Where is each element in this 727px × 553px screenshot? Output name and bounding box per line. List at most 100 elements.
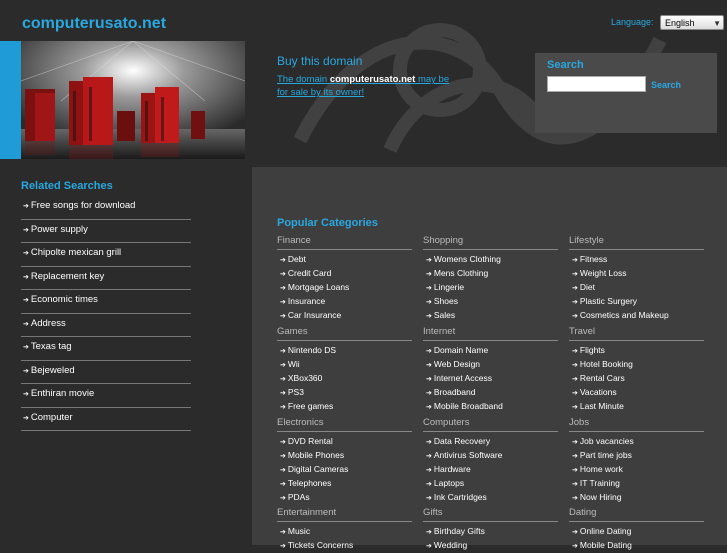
category-link[interactable]: ➔ Broadband xyxy=(426,386,558,400)
category-link[interactable]: ➔ Job vacancies xyxy=(572,435,704,449)
category-link[interactable]: ➔ Mobile Broadband xyxy=(426,400,558,414)
category-link[interactable]: ➔ Mens Clothing xyxy=(426,267,558,281)
category-games: Games ➔ Nintendo DS ➔ Wii ➔ XBox360 ➔ PS3 ➔ Free g… xyxy=(277,326,412,414)
category-link[interactable]: ➔ Digital Cameras xyxy=(280,463,412,477)
category-heading[interactable]: Finance xyxy=(277,235,412,250)
related-search-item[interactable]: ➔ Address xyxy=(21,315,191,337)
category-link[interactable]: ➔ Ink Cartridges xyxy=(426,491,558,505)
category-link[interactable]: ➔ Data Recovery xyxy=(426,435,558,449)
related-search-item[interactable]: ➔ Computer xyxy=(21,409,191,431)
search-button[interactable]: Search xyxy=(651,80,681,90)
related-search-item[interactable]: ➔ Economic times xyxy=(21,291,191,314)
category-link[interactable]: ➔ Part time jobs xyxy=(572,449,704,463)
buy-text-prefix: The domain xyxy=(277,74,330,85)
category-link-label: Digital Cameras xyxy=(287,464,349,474)
category-heading[interactable]: Dating xyxy=(569,507,704,522)
category-link[interactable]: ➔ Hotel Booking xyxy=(572,358,704,372)
category-link[interactable]: ➔ Credit Card xyxy=(280,267,412,281)
category-link-label: Rental Cars xyxy=(579,373,625,383)
category-link[interactable]: ➔ Mobile Phones xyxy=(280,449,412,463)
category-link[interactable]: ➔ Telephones xyxy=(280,477,412,491)
arrow-icon: ➔ xyxy=(572,404,578,411)
category-link-label: DVD Rental xyxy=(287,436,333,446)
category-link[interactable]: ➔ Hardware xyxy=(426,463,558,477)
category-link[interactable]: ➔ Womens Clothing xyxy=(426,253,558,267)
category-link[interactable]: ➔ Tickets Concerns xyxy=(280,539,412,553)
search-input[interactable] xyxy=(547,76,646,92)
category-link[interactable]: ➔ DVD Rental xyxy=(280,435,412,449)
category-link[interactable]: ➔ Wii xyxy=(280,358,412,372)
category-heading[interactable]: Gifts xyxy=(423,507,558,522)
category-heading[interactable]: Entertainment xyxy=(277,507,412,522)
category-link[interactable]: ➔ Mortgage Loans xyxy=(280,281,412,295)
category-link[interactable]: ➔ Mobile Dating xyxy=(572,539,704,553)
category-link[interactable]: ➔ Insurance xyxy=(280,295,412,309)
category-link[interactable]: ➔ Free games xyxy=(280,400,412,414)
category-heading[interactable]: Jobs xyxy=(569,417,704,432)
related-search-item[interactable]: ➔ Chipolte mexican grill xyxy=(21,244,191,267)
category-link[interactable]: ➔ Shoes xyxy=(426,295,558,309)
category-link[interactable]: ➔ Domain Name xyxy=(426,344,558,358)
related-search-item[interactable]: ➔ Bejeweled xyxy=(21,362,191,384)
arrow-icon: ➔ xyxy=(280,299,286,306)
category-link[interactable]: ➔ Laptops xyxy=(426,477,558,491)
related-search-item[interactable]: ➔ Free songs for download xyxy=(21,197,191,220)
category-link[interactable]: ➔ XBox360 xyxy=(280,372,412,386)
category-link-label: Telephones xyxy=(287,478,332,488)
arrow-icon: ➔ xyxy=(426,348,432,355)
category-link-label: Diet xyxy=(579,282,595,292)
buy-domain-title[interactable]: Buy this domain xyxy=(277,54,362,68)
category-heading[interactable]: Computers xyxy=(423,417,558,432)
category-link[interactable]: ➔ Wedding xyxy=(426,539,558,553)
category-heading[interactable]: Travel xyxy=(569,326,704,341)
site-title[interactable]: computerusato.net xyxy=(22,15,166,33)
category-link[interactable]: ➔ Weight Loss xyxy=(572,267,704,281)
arrow-icon: ➔ xyxy=(280,543,286,550)
buy-domain-link[interactable]: The domain computerusato.net may be for … xyxy=(277,73,457,99)
category-link[interactable]: ➔ Internet Access xyxy=(426,372,558,386)
category-link-label: Flights xyxy=(579,345,605,355)
category-link[interactable]: ➔ Lingerie xyxy=(426,281,558,295)
category-link[interactable]: ➔ PS3 xyxy=(280,386,412,400)
category-link[interactable]: ➔ Car Insurance xyxy=(280,309,412,323)
category-link[interactable]: ➔ Plastic Surgery xyxy=(572,295,704,309)
category-heading[interactable]: Electronics xyxy=(277,417,412,432)
arrow-icon: ➔ xyxy=(572,529,578,536)
category-link[interactable]: ➔ Birthday Gifts xyxy=(426,525,558,539)
category-heading[interactable]: Shopping xyxy=(423,235,558,250)
category-link[interactable]: ➔ Music xyxy=(280,525,412,539)
category-link[interactable]: ➔ PDAs xyxy=(280,491,412,505)
category-link[interactable]: ➔ Cosmetics and Makeup xyxy=(572,309,704,323)
category-link[interactable]: ➔ Web Design xyxy=(426,358,558,372)
category-entertainment: Entertainment ➔ Music ➔ Tickets Concerns xyxy=(277,507,412,553)
related-search-item[interactable]: ➔ Texas tag xyxy=(21,338,191,361)
arrow-icon: ➔ xyxy=(280,362,286,369)
language-select[interactable]: English ▼ xyxy=(660,15,724,30)
category-internet: Internet ➔ Domain Name ➔ Web Design ➔ Internet… xyxy=(423,326,558,414)
category-link-label: Mortgage Loans xyxy=(287,282,350,292)
related-search-item[interactable]: ➔ Power supply xyxy=(21,221,191,243)
category-link[interactable]: ➔ Fitness xyxy=(572,253,704,267)
category-link-label: PDAs xyxy=(287,492,310,502)
language-label: Language: xyxy=(611,17,654,27)
related-search-item[interactable]: ➔ Replacement key xyxy=(21,268,191,290)
category-heading[interactable]: Games xyxy=(277,326,412,341)
category-link[interactable]: ➔ Home work xyxy=(572,463,704,477)
category-link[interactable]: ➔ Nintendo DS xyxy=(280,344,412,358)
category-link[interactable]: ➔ Vacations xyxy=(572,386,704,400)
category-link[interactable]: ➔ Antivirus Software xyxy=(426,449,558,463)
arrow-icon: ➔ xyxy=(280,271,286,278)
category-link[interactable]: ➔ Flights xyxy=(572,344,704,358)
category-link[interactable]: ➔ Debt xyxy=(280,253,412,267)
category-link[interactable]: ➔ Online Dating xyxy=(572,525,704,539)
category-link[interactable]: ➔ Last Minute xyxy=(572,400,704,414)
category-heading[interactable]: Lifestyle xyxy=(569,235,704,250)
category-link[interactable]: ➔ Sales xyxy=(426,309,558,323)
category-link[interactable]: ➔ Now Hiring xyxy=(572,491,704,505)
category-link[interactable]: ➔ Rental Cars xyxy=(572,372,704,386)
related-search-item[interactable]: ➔ Enthiran movie xyxy=(21,385,191,408)
category-heading[interactable]: Internet xyxy=(423,326,558,341)
category-link[interactable]: ➔ Diet xyxy=(572,281,704,295)
category-link[interactable]: ➔ IT Training xyxy=(572,477,704,491)
category-link-label: Lingerie xyxy=(433,282,465,292)
